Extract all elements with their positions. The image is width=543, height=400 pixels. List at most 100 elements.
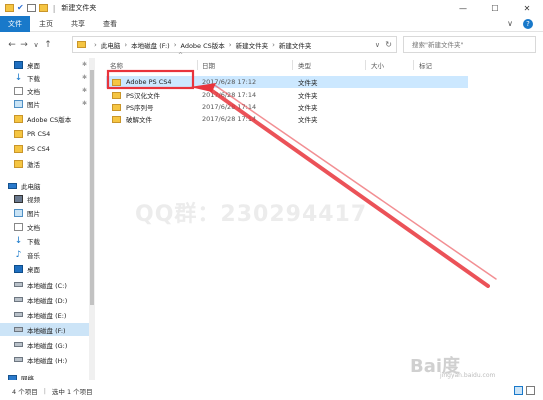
back-button[interactable]: ← xyxy=(6,40,18,50)
sidebar-item[interactable]: 本地磁盘 (C:) xyxy=(0,278,95,291)
navigation-pane: 桌面 ✱ ↓ 下载 ✱ 文档 ✱ 图片 ✱ Adobe CS版本 PR CS4 PS CS4 激活 此电脑… xyxy=(0,58,95,380)
file-type: 文件夹 xyxy=(298,79,318,87)
desktop-icon xyxy=(14,60,23,69)
sidebar-item[interactable]: 此电脑 xyxy=(0,179,95,192)
address-dropdown-icon[interactable]: ∨ xyxy=(375,41,380,49)
close-button[interactable]: ✕ xyxy=(511,0,543,16)
sort-arrow-icon: ^ xyxy=(178,52,184,59)
sidebar-item-label: 桌面 xyxy=(27,265,40,274)
breadcrumb-separator: › xyxy=(173,40,177,49)
pictures-icon xyxy=(14,208,23,217)
file-row[interactable]: PS序列号 2017/6/28 17:14 文件夹 xyxy=(106,101,468,113)
refresh-icon[interactable]: ↻ xyxy=(385,40,392,49)
status-separator: | xyxy=(43,386,46,395)
breadcrumb-new-folder-1[interactable]: 新建文件夹 xyxy=(236,40,269,50)
new-document-icon[interactable] xyxy=(26,4,36,12)
breadcrumb-this-pc[interactable]: 此电脑 xyxy=(101,40,121,50)
forward-button[interactable]: → xyxy=(18,40,30,50)
sidebar-item[interactable]: Adobe CS版本 xyxy=(0,112,95,125)
tab-home[interactable]: 主页 xyxy=(30,16,62,32)
file-date: 2017/6/28 17:14 xyxy=(202,91,257,99)
file-name: Adobe PS CS4 xyxy=(126,78,172,86)
new-folder-icon[interactable] xyxy=(38,4,48,12)
column-divider[interactable] xyxy=(413,60,414,70)
file-type: 文件夹 xyxy=(298,92,318,100)
column-header-tags[interactable]: 标记 xyxy=(419,58,432,72)
breadcrumb-adobe-cs[interactable]: Adobe CS版本 xyxy=(181,40,225,50)
tab-share[interactable]: 共享 xyxy=(62,16,94,32)
search-input[interactable] xyxy=(412,40,535,49)
folder-icon xyxy=(14,144,23,153)
file-row[interactable]: PS汉化文件 2017/6/28 17:14 文件夹 xyxy=(106,89,468,101)
file-name: PS汉化文件 xyxy=(126,92,161,100)
column-header-type[interactable]: 类型 xyxy=(298,58,311,72)
pin-icon[interactable]: ✱ xyxy=(82,61,87,68)
file-name-cell: Adobe PS CS4 xyxy=(112,76,172,88)
details-view-icon[interactable] xyxy=(514,386,523,395)
address-bar[interactable]: › 此电脑 › 本地磁盘 (F:) › Adobe CS版本 › 新建文件夹 ›… xyxy=(72,36,397,53)
sidebar-item-label: 视频 xyxy=(27,195,40,204)
sidebar-item[interactable]: 视频 xyxy=(0,192,95,205)
sidebar-item[interactable]: PR CS4 xyxy=(0,127,95,140)
sidebar-item-label: 此电脑 xyxy=(21,182,41,191)
column-divider[interactable] xyxy=(365,60,366,70)
sidebar-item[interactable]: 图片 ✱ xyxy=(0,97,95,110)
sidebar-item[interactable]: ↓ 下载 xyxy=(0,234,95,247)
column-divider[interactable] xyxy=(197,60,198,70)
file-row[interactable]: Adobe PS CS4 2017/6/28 17:12 文件夹 xyxy=(106,76,468,88)
sidebar-item-label: 本地磁盘 (D:) xyxy=(27,296,68,305)
sidebar-item[interactable]: ♪ 音乐 xyxy=(0,248,95,261)
sidebar-item[interactable]: 激活 xyxy=(0,157,95,170)
folder-icon xyxy=(5,4,14,12)
sidebar-item[interactable]: 网络 xyxy=(0,371,95,380)
sidebar-item[interactable]: 图片 xyxy=(0,206,95,219)
large-icons-view-icon[interactable] xyxy=(526,386,535,395)
file-type: 文件夹 xyxy=(298,104,318,112)
video-icon xyxy=(14,194,23,203)
file-date: 2017/6/28 17:14 xyxy=(202,115,257,123)
file-type: 文件夹 xyxy=(298,116,318,124)
breadcrumb-separator: › xyxy=(228,40,232,49)
sidebar-item[interactable]: 文档 xyxy=(0,220,95,233)
tab-file[interactable]: 文件 xyxy=(0,15,30,32)
search-box[interactable] xyxy=(403,36,536,53)
sidebar-item[interactable]: 本地磁盘 (E:) xyxy=(0,308,95,321)
drive-icon xyxy=(14,312,23,317)
pin-icon[interactable]: ✱ xyxy=(82,74,87,81)
sidebar-item[interactable]: 桌面 xyxy=(0,262,95,275)
sidebar-item[interactable]: 本地磁盘 (G:) xyxy=(0,338,95,351)
column-header-name[interactable]: 名称 xyxy=(110,58,123,72)
breadcrumb-new-folder-2[interactable]: 新建文件夹 xyxy=(279,40,312,50)
sidebar-item[interactable]: 本地磁盘 (H:) xyxy=(0,353,95,366)
maximize-button[interactable]: ☐ xyxy=(479,0,511,16)
file-name-cell: PS汉化文件 xyxy=(112,89,160,101)
sidebar-item-label: PR CS4 xyxy=(27,129,51,138)
sidebar-item[interactable]: 本地磁盘 (D:) xyxy=(0,293,95,306)
watermark-text: QQ群：230294417 xyxy=(135,202,368,227)
sidebar-item[interactable]: ↓ 下载 ✱ xyxy=(0,71,95,84)
pin-icon[interactable]: ✱ xyxy=(82,87,87,94)
sidebar-item[interactable]: 文档 ✱ xyxy=(0,84,95,97)
tab-view[interactable]: 查看 xyxy=(94,16,126,32)
expand-ribbon-icon[interactable]: ∨ xyxy=(507,19,513,29)
sidebar-scroll-thumb[interactable] xyxy=(90,70,94,305)
sidebar-item[interactable]: 桌面 ✱ xyxy=(0,58,95,71)
help-icon[interactable]: ? xyxy=(523,18,533,29)
column-divider[interactable] xyxy=(292,60,293,70)
recent-locations-button[interactable]: ∨ xyxy=(30,41,42,49)
minimize-button[interactable]: — xyxy=(447,0,479,16)
checkmark-icon[interactable]: ✔ xyxy=(17,4,24,12)
column-header-date[interactable]: 日期 xyxy=(202,58,215,72)
sidebar-item[interactable]: PS CS4 xyxy=(0,142,95,155)
file-row[interactable]: 破解文件 2017/6/28 17:14 文件夹 xyxy=(106,113,468,125)
up-button[interactable]: ↑ xyxy=(42,40,54,50)
file-name-cell: PS序列号 xyxy=(112,101,154,113)
window-title: 新建文件夹 xyxy=(61,4,97,12)
sidebar-item-label: 激活 xyxy=(27,160,40,169)
pin-icon[interactable]: ✱ xyxy=(82,100,87,107)
sidebar-item-label: Adobe CS版本 xyxy=(27,115,72,124)
column-header-size[interactable]: 大小 xyxy=(371,58,384,72)
sidebar-item[interactable]: 本地磁盘 (F:) xyxy=(0,323,95,336)
breadcrumb-drive-f[interactable]: 本地磁盘 (F:) xyxy=(131,40,170,50)
sidebar-item-label: 图片 xyxy=(27,209,40,218)
